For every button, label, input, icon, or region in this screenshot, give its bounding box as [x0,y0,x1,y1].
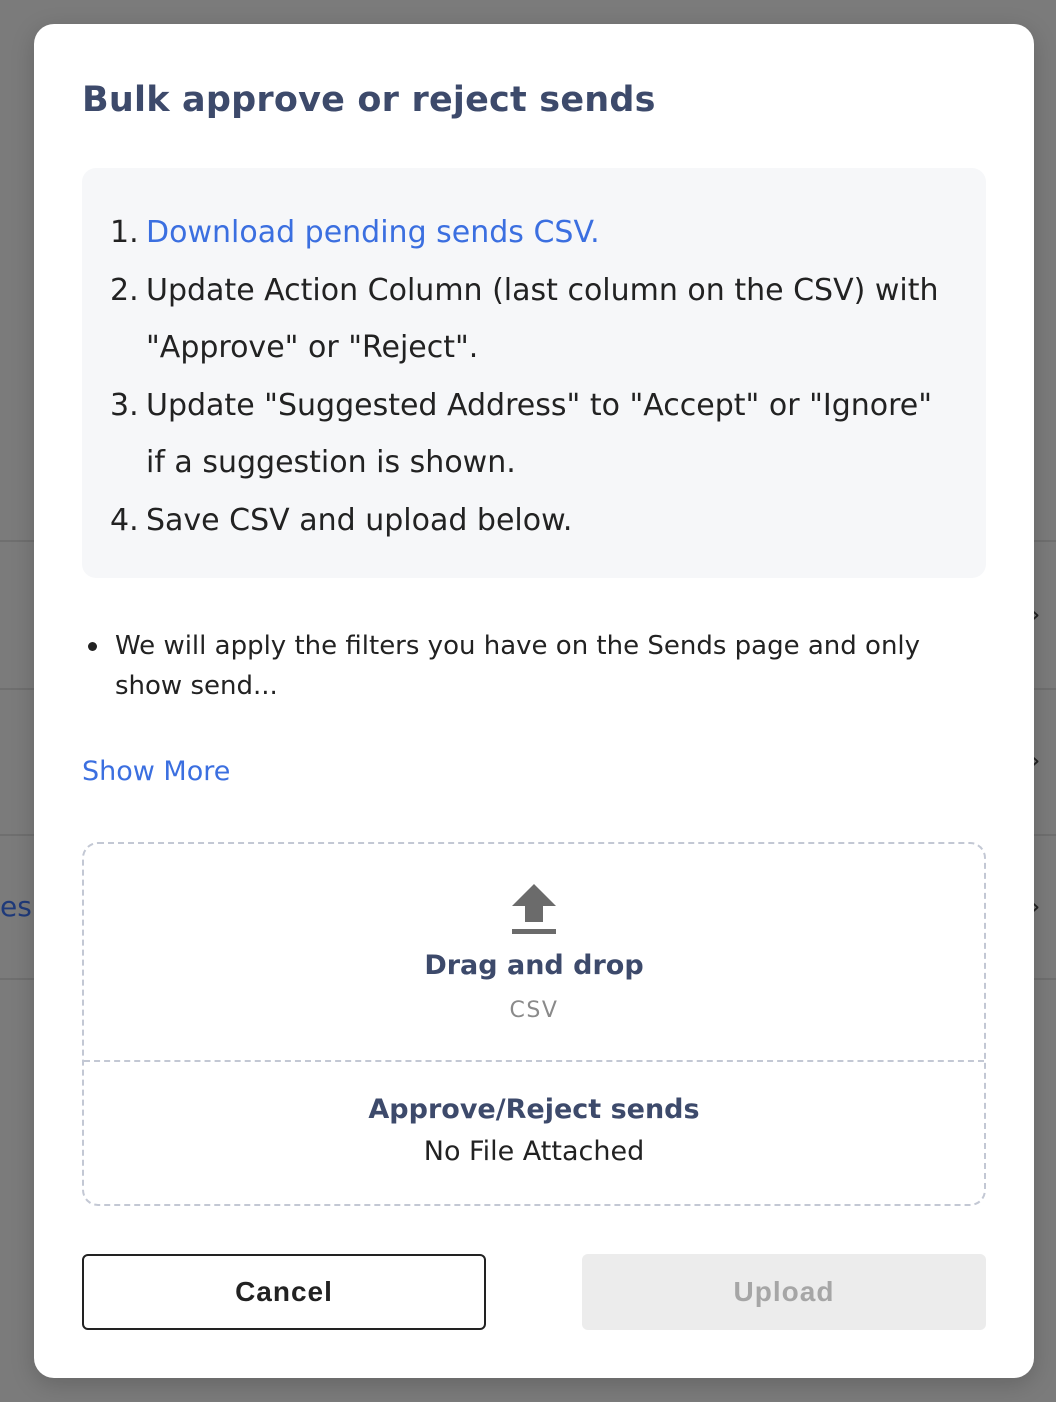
download-csv-link[interactable]: Download pending sends CSV. [146,215,600,250]
instructions-box: 1. Download pending sends CSV. 2. Update… [82,168,986,578]
bulk-approve-modal: Bulk approve or reject sends 1. Download… [34,24,1034,1378]
instruction-step-4: 4. Save CSV and upload below. [110,492,950,550]
instruction-step-2: 2. Update Action Column (last column on … [110,262,950,377]
cancel-button[interactable]: Cancel [82,1254,486,1330]
dropzone-file-type: CSV [509,998,559,1023]
dropzone-upload-area[interactable]: Drag and drop CSV [84,844,984,1062]
instruction-step-1: 1. Download pending sends CSV. [110,204,950,262]
step-text: Update Action Column (last column on the… [146,272,939,366]
instruction-steps: 1. Download pending sends CSV. 2. Update… [110,204,950,549]
dropzone-target-label: Approve/Reject sends [368,1094,700,1125]
dropzone-title: Drag and drop [424,950,644,981]
filter-note: We will apply the filters you have on th… [82,626,986,706]
step-number: 1. [110,215,139,250]
upload-button[interactable]: Upload [582,1254,986,1330]
step-number: 2. [110,272,139,308]
background-link-fragment: es [0,890,32,923]
instruction-step-3: 3. Update "Suggested Address" to "Accept… [110,377,950,492]
show-more-link[interactable]: Show More [82,756,230,787]
csv-dropzone[interactable]: Drag and drop CSV Approve/Reject sends N… [82,842,986,1206]
step-number: 3. [110,387,139,423]
step-text: Save CSV and upload below. [146,502,573,538]
step-text: Update "Suggested Address" to "Accept" o… [146,387,933,481]
filter-note-text: We will apply the filters you have on th… [115,631,921,701]
step-number: 4. [110,502,139,538]
file-status: No File Attached [423,1136,645,1167]
bullet-icon [88,642,97,651]
upload-icon [512,884,556,934]
modal-title: Bulk approve or reject sends [82,80,656,120]
